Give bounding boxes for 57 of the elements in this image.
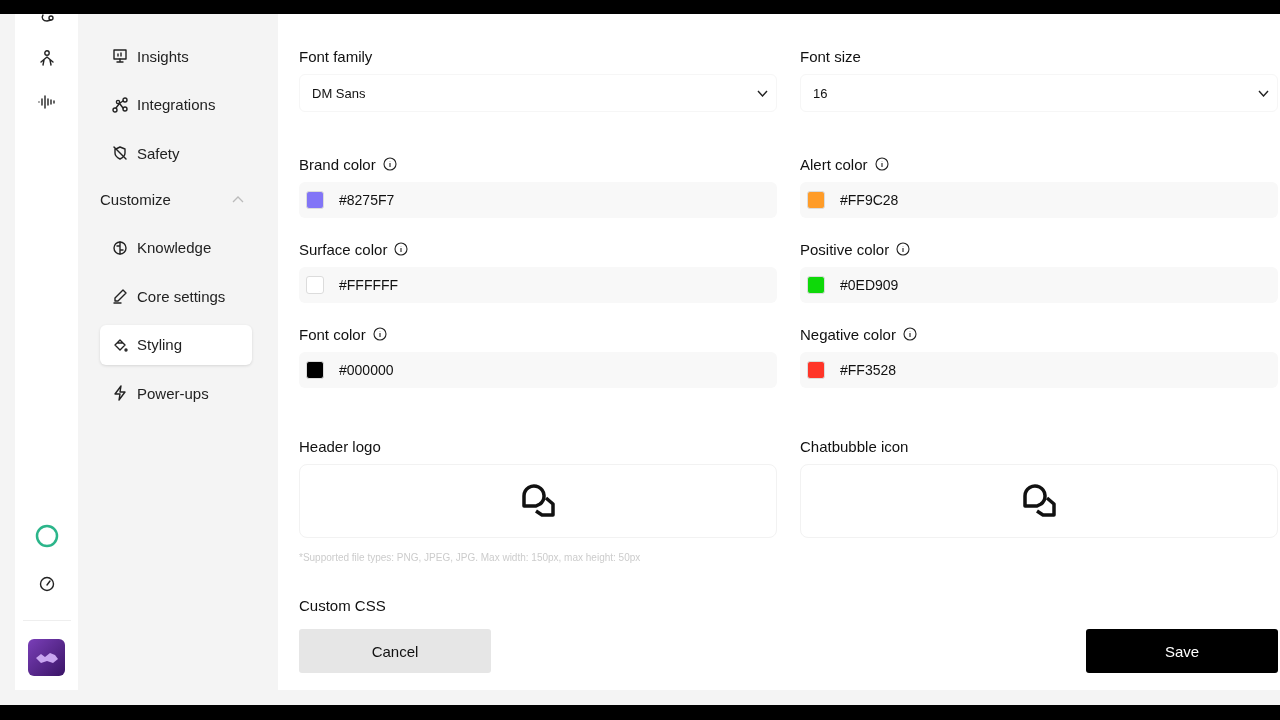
color-field[interactable]: #FFFFFF xyxy=(299,267,777,303)
section-title: Customize xyxy=(100,191,171,208)
info-icon[interactable] xyxy=(382,157,397,171)
field-label: Chatbubble icon xyxy=(800,437,909,455)
info-icon[interactable] xyxy=(896,242,911,256)
lightning-icon xyxy=(112,385,128,401)
color-swatch[interactable] xyxy=(306,361,324,379)
color-field[interactable]: #8275F7 xyxy=(299,182,777,218)
shield-off-icon xyxy=(112,145,128,161)
color-field[interactable]: #000000 xyxy=(299,352,777,388)
field-label: Header logo xyxy=(299,437,381,455)
field-label: Negative color xyxy=(800,325,896,343)
color-swatch[interactable] xyxy=(807,276,825,294)
chat-bubbles-icon xyxy=(520,484,556,518)
nav-item[interactable]: Safety xyxy=(100,133,252,173)
chevron-down-icon xyxy=(1258,89,1269,97)
field-label: Positive color xyxy=(800,240,890,258)
info-icon[interactable] xyxy=(394,242,409,256)
section-header[interactable]: Customize xyxy=(100,181,252,218)
nav-item[interactable]: Knowledge xyxy=(100,227,252,268)
nav-item[interactable]: Insights xyxy=(100,36,252,76)
info-icon[interactable] xyxy=(902,327,917,341)
info-icon[interactable] xyxy=(874,157,889,171)
color-swatch[interactable] xyxy=(807,191,825,209)
color-swatch[interactable] xyxy=(306,276,324,294)
app-logo-icon[interactable] xyxy=(28,639,65,676)
chevron-down-icon xyxy=(757,89,768,97)
save-button[interactable]: Save xyxy=(1086,629,1278,673)
nav-item[interactable]: Power-ups xyxy=(100,373,252,413)
color-field[interactable]: #0ED909 xyxy=(800,267,1278,303)
field-label: Font family xyxy=(299,47,373,65)
loading-spinner-icon xyxy=(34,524,59,548)
chat-bubbles-icon xyxy=(1021,484,1057,518)
presentation-icon xyxy=(112,48,128,64)
people-icon xyxy=(38,50,55,66)
color-field[interactable]: #FF3528 xyxy=(800,352,1278,388)
gauge-icon xyxy=(38,576,55,592)
color-field[interactable]: #FF9C28 xyxy=(800,182,1278,218)
nav-item[interactable]: Integrations xyxy=(100,84,252,125)
brain-icon xyxy=(112,239,128,256)
color-swatch[interactable] xyxy=(807,361,825,379)
cancel-button[interactable]: Cancel xyxy=(299,629,491,673)
waveform-icon xyxy=(38,94,55,110)
color-swatch[interactable] xyxy=(306,191,324,209)
nav-item[interactable]: Core settings xyxy=(100,276,252,316)
dropdown-field[interactable]: DM Sans xyxy=(299,74,777,112)
nav-item[interactable]: Styling xyxy=(100,324,252,365)
field-label: Font color xyxy=(299,325,366,343)
nodes-icon xyxy=(112,96,128,113)
field-label: Alert color xyxy=(800,155,868,173)
field-label: Surface color xyxy=(299,240,388,258)
custom-css-label: Custom CSS xyxy=(299,595,387,615)
dropdown-field[interactable]: 16 xyxy=(800,74,1278,112)
field-label: Brand color xyxy=(299,155,376,173)
pencil-icon xyxy=(112,288,128,304)
info-icon[interactable] xyxy=(372,327,387,341)
field-label: Font size xyxy=(800,47,861,65)
